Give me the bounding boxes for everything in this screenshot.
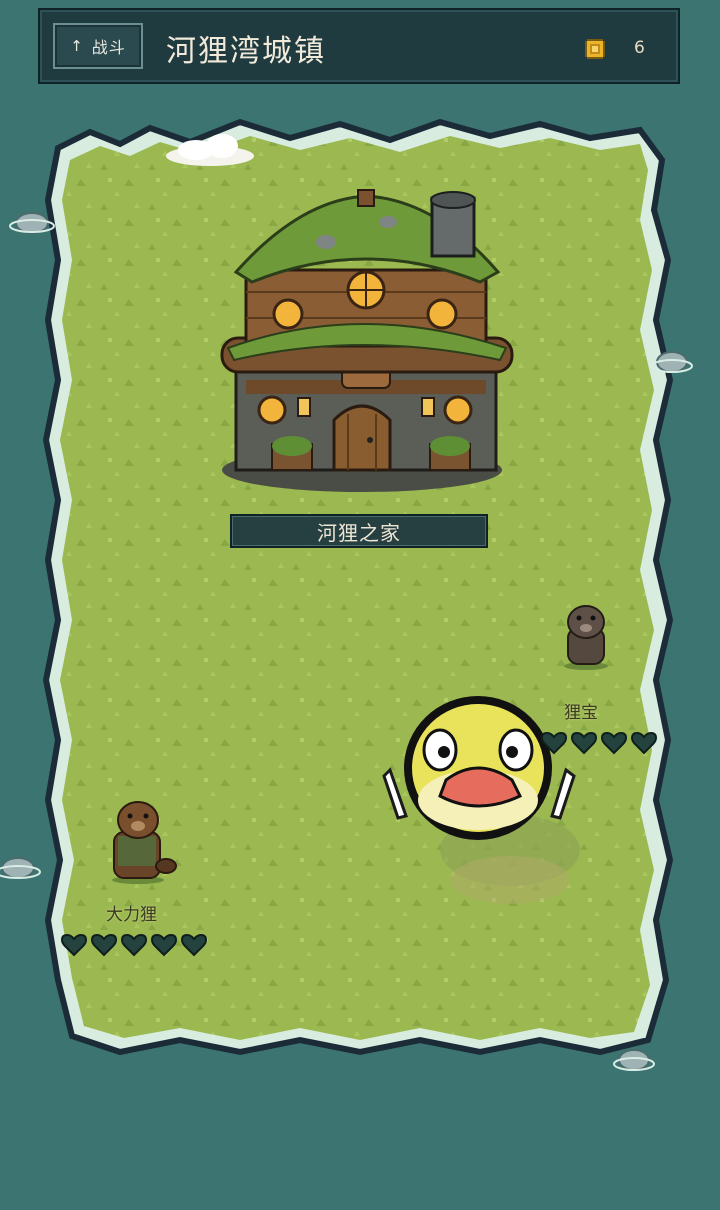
npc-dalili-name: 大力狸 — [106, 905, 157, 925]
water-rock-1 — [9, 212, 55, 234]
npc-libao-sprite[interactable] — [564, 605, 608, 670]
water-rock-3 — [0, 857, 41, 879]
game-screen: ↑ 战斗 河狸湾城镇 6 河狸之家 大力狸 狸宝 — [0, 0, 720, 1210]
town-title: 河狸湾城镇 — [166, 34, 326, 69]
coin-icon — [585, 39, 605, 59]
top-bar: ↑ 战斗 河狸湾城镇 6 — [38, 8, 680, 84]
back-button-label: 战斗 — [91, 38, 126, 57]
water-rock-4 — [613, 1049, 655, 1071]
back-to-battle-button[interactable]: ↑ 战斗 — [53, 23, 143, 69]
up-arrow-icon: ↑ — [70, 37, 84, 55]
town-map — [0, 118, 693, 1071]
coin-count: 6 — [634, 38, 645, 58]
house-label[interactable]: 河狸之家 — [230, 514, 488, 548]
npc-libao-name: 狸宝 — [564, 703, 598, 723]
